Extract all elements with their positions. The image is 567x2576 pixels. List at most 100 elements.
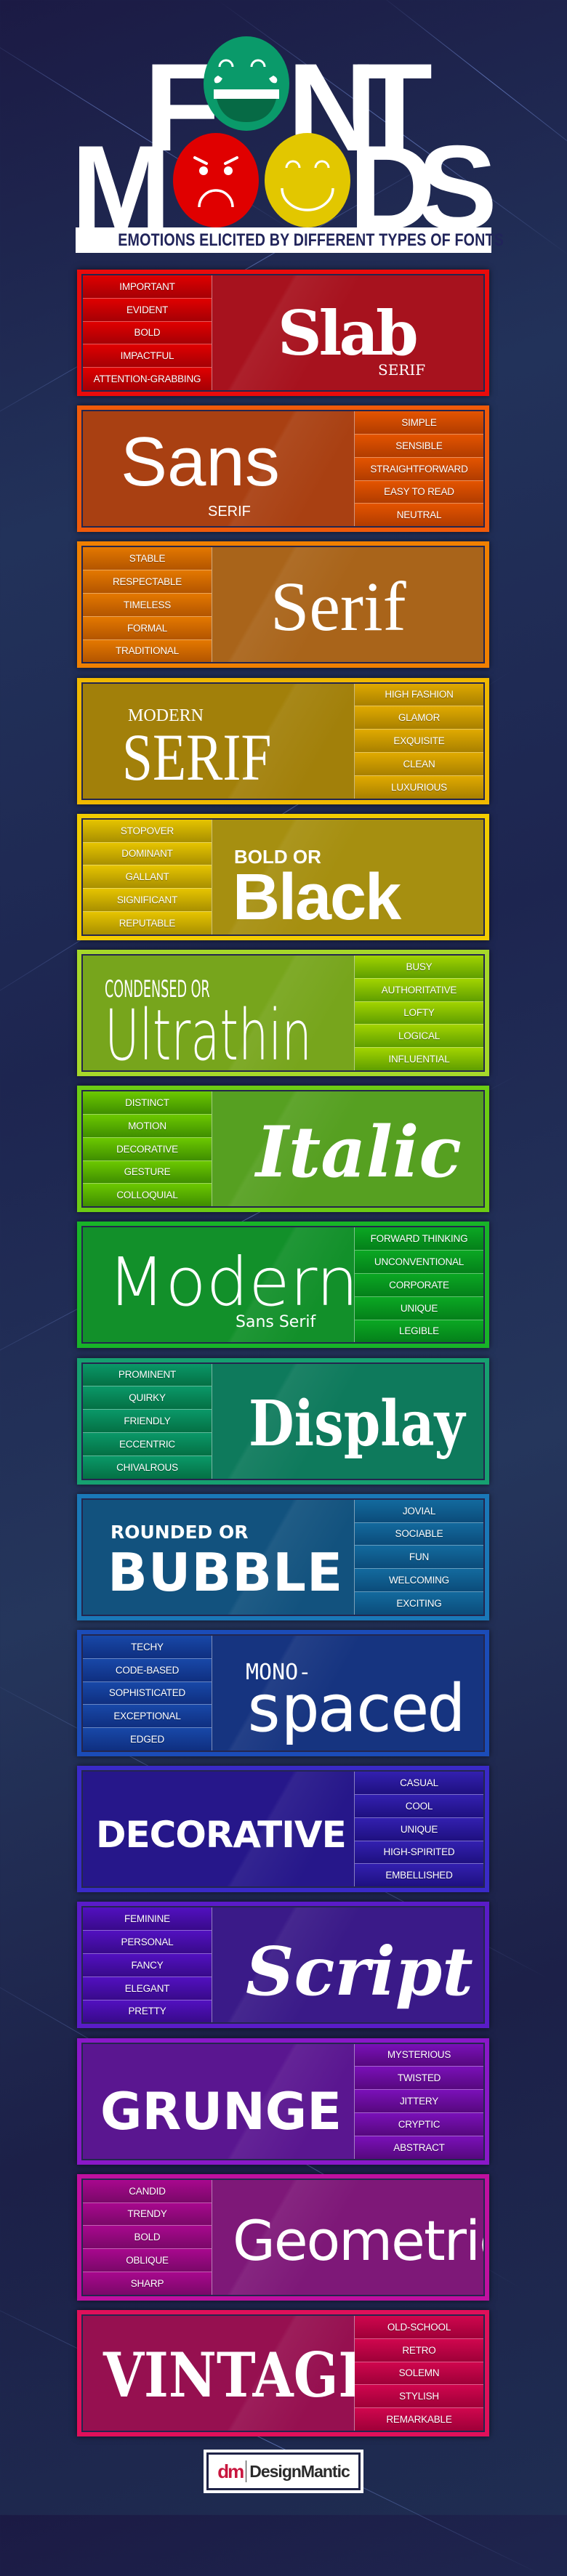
tag-list: STABLE RESPECTABLE TIMELESS FORMAL TRADITION…: [83, 547, 212, 663]
tag-item: ATTENTION-GRABBING: [83, 368, 212, 390]
panel-monospaced: spaced MONO- TECHY CODE-BASED SOPHISTICATED E…: [77, 1630, 489, 1756]
font-type-subtitle: MODERN: [128, 706, 204, 725]
tag-item: UNIQUE: [355, 1296, 483, 1320]
tag-item: STABLE: [83, 547, 212, 571]
panel-script: Script FEMININE PERSONAL FANCY ELEGANT PRETTY: [77, 1902, 489, 2029]
tag-item: LUXURIOUS: [355, 775, 483, 799]
tag-item: CANDID: [83, 2179, 212, 2203]
panel-bubble: BUBBLE ROUNDED OR JOVIAL SOCIABLE FUN WELCOMI…: [77, 1493, 489, 1620]
tag-item: BUSY: [355, 956, 483, 979]
tag-item: CHIVALROUS: [83, 1455, 212, 1479]
panel-body: Black BOLD OR STOPOVER DOMINANT GALLANT SIGNI…: [81, 817, 485, 936]
font-type-title: Script: [246, 1932, 473, 2011]
font-type-subtitle: SERIF: [378, 361, 426, 379]
panel-sans: Sans SERIF SIMPLE SENSIBLE STRAIGHTFORWARD EA…: [77, 405, 489, 533]
panel-body: VINTAGE OLD-SCHOOL RETRO SOLEMN STYLISH REMAR…: [81, 2314, 485, 2432]
tag-item: DECORATIVE: [83, 1137, 212, 1161]
panel-body: BUBBLE ROUNDED OR JOVIAL SOCIABLE FUN WELCOMI…: [81, 1498, 485, 1616]
font-type-title: Sans: [121, 423, 280, 501]
tag-list: BUSY AUTHORITATIVE LOFTY LOGICAL INFLUENTIAL: [354, 956, 483, 1070]
angry-face-icon: [173, 133, 259, 227]
tag-item: EASY TO READ: [355, 480, 483, 504]
panel-ultrathin: Ultrathin CONDENSED OR BUSY AUTHORITATIVE LO…: [77, 950, 489, 1076]
tag-item: IMPACTFUL: [83, 344, 212, 368]
panel-body: Modern Sans Serif FORWARD THINKING UNCONVEN…: [81, 1226, 485, 1344]
panel-body: Script FEMININE PERSONAL FANCY ELEGANT PRETTY: [81, 1906, 485, 2024]
font-showcase: Modern Sans Serif: [83, 1227, 359, 1342]
tag-item: HIGH-SPIRITED: [355, 1841, 483, 1865]
tag-item: UNIQUE: [355, 1817, 483, 1841]
panel-italic: Italic DISTINCT MOTION DECORATIVE GESTURE COL…: [77, 1086, 489, 1213]
tag-item: UNCONVENTIONAL: [355, 1251, 483, 1274]
font-showcase: SERIF MODERN: [83, 684, 359, 799]
subtitle-banner: EMOTIONS ELICITED BY DIFFERENT TYPES OF …: [76, 227, 504, 253]
tag-item: STOPOVER: [83, 819, 212, 843]
panel-body: Serif STABLE RESPECTABLE TIMELESS FORMAL TRAD…: [81, 546, 485, 664]
font-type-title: Slab: [278, 297, 419, 369]
font-type-title: Modern: [108, 1243, 359, 1322]
tag-item: HIGH FASHION: [355, 683, 483, 707]
panel-serif: Serif STABLE RESPECTABLE TIMELESS FORMAL TRAD…: [77, 541, 489, 669]
happy-face-icon: [265, 133, 350, 227]
tag-item: MYSTERIOUS: [355, 2043, 483, 2067]
laughing-face-icon: [204, 36, 289, 131]
tag-item: SIMPLE: [355, 411, 483, 435]
tag-item: FORMAL: [83, 616, 212, 640]
font-type-title: BUBBLE: [108, 1541, 344, 1603]
tag-item: PROMINENT: [83, 1363, 212, 1387]
tag-item: INFLUENTIAL: [355, 1048, 483, 1070]
tag-item: WELCOMING: [355, 1569, 483, 1592]
tag-item: TRENDY: [83, 2202, 212, 2226]
tag-item: SOCIABLE: [355, 1522, 483, 1546]
font-showcase: BUBBLE ROUNDED OR: [83, 1500, 359, 1615]
panel-modern-serif: SERIF MODERN HIGH FASHION GLAMOR EXQUISITE CL…: [77, 677, 489, 804]
logo-name: DesignMantic: [249, 2461, 350, 2481]
tag-list: TECHY CODE-BASED SOPHISTICATED EXCEPTIONAL E…: [83, 1636, 212, 1751]
tag-item: SENSIBLE: [355, 434, 483, 458]
tag-item: SHARP: [83, 2272, 212, 2295]
tag-item: LEGIBLE: [355, 1320, 483, 1343]
tag-item: RETRO: [355, 2338, 483, 2362]
tag-item: REMARKABLE: [355, 2408, 483, 2431]
tag-item: AUTHORITATIVE: [355, 978, 483, 1002]
tag-item: FEMININE: [83, 1907, 212, 1931]
tag-item: TIMELESS: [83, 593, 212, 617]
tag-list: SIMPLE SENSIBLE STRAIGHTFORWARD EASY TO REA…: [354, 411, 483, 527]
tag-item: ECCENTRIC: [83, 1432, 212, 1456]
font-type-title: Italic: [256, 1111, 462, 1194]
tag-item: TECHY: [83, 1636, 212, 1659]
logo-mark: dm: [217, 2460, 244, 2482]
panel-body: Geometric CANDID TRENDY BOLD OBLIQUE SHARP: [81, 2178, 485, 2296]
tag-item: SOPHISTICATED: [83, 1681, 212, 1705]
tag-item: EXQUISITE: [355, 730, 483, 753]
tag-item: BOLD: [83, 2226, 212, 2250]
font-showcase: GRUNGE: [83, 2044, 359, 2159]
tag-item: JITTERY: [355, 2090, 483, 2113]
designmantic-logo[interactable]: dm DesignMantic: [204, 2450, 363, 2493]
tag-item: CRYPTIC: [355, 2112, 483, 2136]
font-type-title: Geometric: [233, 2208, 485, 2273]
tag-list: HIGH FASHION GLAMOR EXQUISITE CLEAN LUXURIOU…: [354, 683, 483, 799]
font-showcase: spaced MONO-: [212, 1636, 483, 1751]
font-type-subtitle: SERIF: [208, 504, 251, 520]
tag-list: CANDID TRENDY BOLD OBLIQUE SHARP: [83, 2179, 212, 2295]
font-showcase: Italic: [212, 1091, 483, 1206]
panel-grunge: GRUNGE MYSTERIOUS TWISTED JITTERY CRYPTIC ABS…: [77, 2038, 489, 2165]
tag-item: FANCY: [83, 1953, 212, 1977]
font-type-subtitle: ROUNDED OR: [110, 1521, 249, 1543]
tag-item: REPUTABLE: [83, 911, 212, 934]
font-type-subtitle: Sans Serif: [236, 1313, 316, 1332]
tag-item: DOMINANT: [83, 842, 212, 866]
tag-item: OBLIQUE: [83, 2249, 212, 2272]
subtitle-text: EMOTIONS ELICITED BY DIFFERENT TYPES OF …: [118, 230, 504, 250]
tag-item: JOVIAL: [355, 1499, 483, 1523]
tag-item: GESTURE: [83, 1160, 212, 1184]
panel-body: Slab SERIF IMPORTANT EVIDENT BOLD IMPACTFUL AT…: [81, 274, 485, 392]
font-type-title: Black: [233, 860, 401, 934]
tag-list: STOPOVER DOMINANT GALLANT SIGNIFICANT REPUTA…: [83, 819, 212, 934]
tag-item: CASUAL: [355, 1772, 483, 1795]
tag-list: FORWARD THINKING UNCONVENTIONAL CORPORATE U…: [354, 1227, 483, 1343]
font-type-title: Serif: [270, 568, 406, 646]
tag-item: EMBELLISHED: [355, 1864, 483, 1887]
panel-body: Display PROMINENT QUIRKY FRIENDLY ECCENTRIC C…: [81, 1362, 485, 1480]
